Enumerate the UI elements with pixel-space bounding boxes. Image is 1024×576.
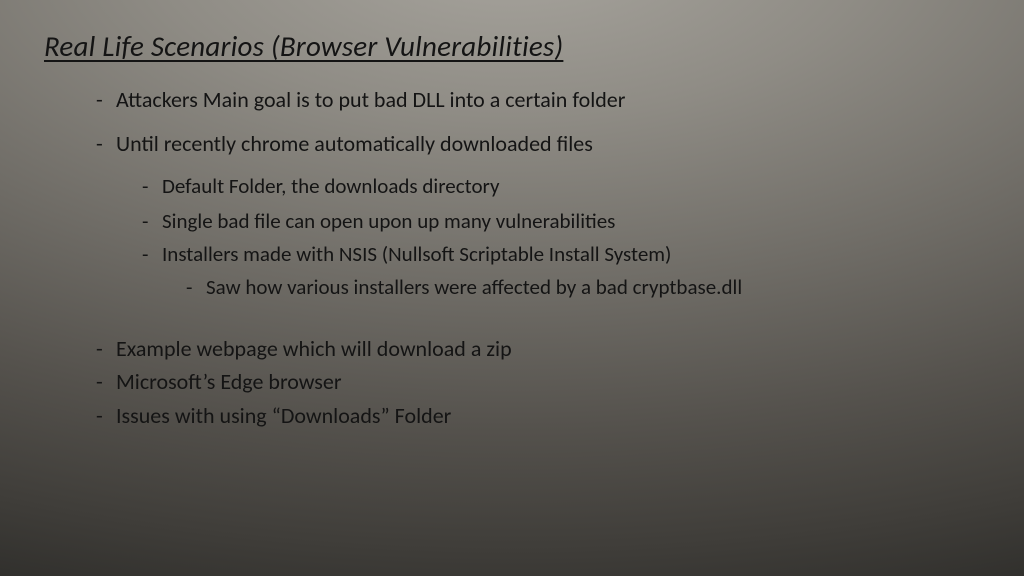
list-item: Until recently chrome automatically down… — [44, 130, 980, 158]
slide: Real Life Scenarios (Browser Vulnerabili… — [0, 0, 1024, 576]
list-item: Attackers Main goal is to put bad DLL in… — [44, 86, 980, 114]
list-item: Installers made with NSIS (Nullsoft Scri… — [44, 241, 980, 268]
list-item: Microsoft’s Edge browser — [44, 368, 980, 396]
list-item: Default Folder, the downloads directory — [44, 173, 980, 200]
list-item: Single bad file can open upon up many vu… — [44, 208, 980, 235]
list-item: Issues with using “Downloads” Folder — [44, 402, 980, 430]
list-item: Saw how various installers were affected… — [44, 274, 980, 301]
bullet-list: Attackers Main goal is to put bad DLL in… — [44, 86, 980, 429]
list-item: Example webpage which will download a zi… — [44, 335, 980, 363]
slide-title: Real Life Scenarios (Browser Vulnerabili… — [44, 28, 980, 64]
